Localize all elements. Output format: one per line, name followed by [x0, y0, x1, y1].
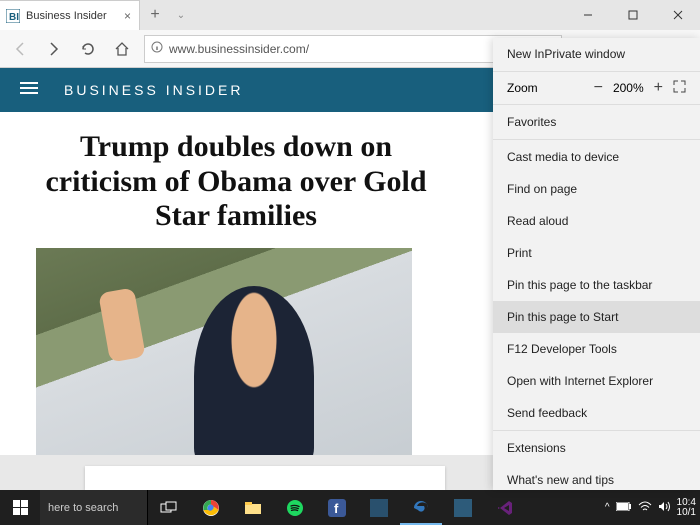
zoom-in-button[interactable]: +: [654, 79, 663, 97]
menu-extensions[interactable]: Extensions: [493, 432, 700, 464]
titlebar: BI Business Insider × + ⌄: [0, 0, 700, 30]
menu-separator: [493, 139, 700, 140]
article-hero-image[interactable]: [36, 248, 412, 460]
menu-pin-taskbar[interactable]: Pin this page to the taskbar: [493, 269, 700, 301]
zoom-value: 200%: [613, 81, 644, 95]
menu-open-ie[interactable]: Open with Internet Explorer: [493, 365, 700, 397]
taskbar: here to search f ^ 10:4 10/1: [0, 490, 700, 525]
tray-wifi-icon[interactable]: [638, 501, 652, 515]
tray-chevron-icon[interactable]: ^: [605, 502, 610, 513]
tab-overflow-icon[interactable]: ⌄: [170, 10, 192, 21]
menu-print[interactable]: Print: [493, 237, 700, 269]
tray-volume-icon[interactable]: [658, 501, 671, 515]
menu-new-inprivate[interactable]: New InPrivate window: [493, 38, 700, 70]
menu-favorites[interactable]: Favorites: [493, 106, 700, 138]
menu-zoom-row: Zoom − 200% +: [493, 73, 700, 103]
menu-feedback[interactable]: Send feedback: [493, 397, 700, 429]
fullscreen-icon[interactable]: [673, 80, 686, 96]
menu-read-aloud[interactable]: Read aloud: [493, 205, 700, 237]
forward-button[interactable]: [38, 33, 70, 65]
search-text: here to search: [48, 502, 118, 514]
tab-title: Business Insider: [26, 10, 118, 22]
menu-separator: [493, 430, 700, 431]
refresh-button[interactable]: [72, 33, 104, 65]
menu-find[interactable]: Find on page: [493, 173, 700, 205]
tray-battery-icon[interactable]: [616, 502, 632, 514]
svg-text:BI: BI: [9, 12, 19, 23]
new-tab-button[interactable]: +: [140, 0, 170, 30]
tray-time: 10:4: [677, 498, 696, 508]
tab-close-icon[interactable]: ×: [124, 9, 131, 23]
browser-more-menu: New InPrivate window Zoom − 200% + Favor…: [493, 38, 700, 490]
back-button[interactable]: [4, 33, 36, 65]
taskbar-facebook-icon[interactable]: f: [316, 490, 358, 525]
site-brand[interactable]: BUSINESS INSIDER: [64, 82, 243, 98]
maximize-button[interactable]: [610, 0, 655, 30]
address-text: www.businessinsider.com/: [169, 42, 511, 56]
site-info-icon[interactable]: [151, 40, 163, 58]
svg-text:f: f: [334, 501, 339, 516]
menu-pin-start[interactable]: Pin this page to Start: [493, 301, 700, 333]
taskbar-chrome-icon[interactable]: [190, 490, 232, 525]
site-favicon-icon: BI: [6, 9, 20, 23]
article-headline[interactable]: Trump doubles down on criticism of Obama…: [36, 130, 436, 234]
menu-cast[interactable]: Cast media to device: [493, 141, 700, 173]
minimize-button[interactable]: [565, 0, 610, 30]
window-frame: [85, 466, 445, 490]
zoom-label: Zoom: [507, 81, 594, 95]
close-window-button[interactable]: [655, 0, 700, 30]
home-button[interactable]: [106, 33, 138, 65]
taskbar-edge-icon[interactable]: [400, 490, 442, 525]
taskbar-app2-icon[interactable]: [442, 490, 484, 525]
zoom-out-button[interactable]: −: [594, 79, 603, 97]
taskbar-search[interactable]: here to search: [40, 490, 148, 525]
tray-date: 10/1: [677, 508, 696, 518]
menu-whats-new[interactable]: What's new and tips: [493, 464, 700, 490]
taskbar-vs-icon[interactable]: [484, 490, 526, 525]
menu-separator: [493, 71, 700, 72]
taskbar-app-icon[interactable]: [358, 490, 400, 525]
windows-logo-icon: [13, 500, 28, 515]
menu-separator: [493, 104, 700, 105]
site-menu-icon[interactable]: [20, 81, 38, 100]
browser-tab[interactable]: BI Business Insider ×: [0, 0, 140, 30]
taskbar-explorer-icon[interactable]: [232, 490, 274, 525]
menu-devtools[interactable]: F12 Developer Tools: [493, 333, 700, 365]
taskbar-spotify-icon[interactable]: [274, 490, 316, 525]
system-tray[interactable]: ^ 10:4 10/1: [601, 498, 700, 518]
start-button[interactable]: [0, 490, 40, 525]
window-controls: [565, 0, 700, 30]
task-view-button[interactable]: [148, 490, 190, 525]
